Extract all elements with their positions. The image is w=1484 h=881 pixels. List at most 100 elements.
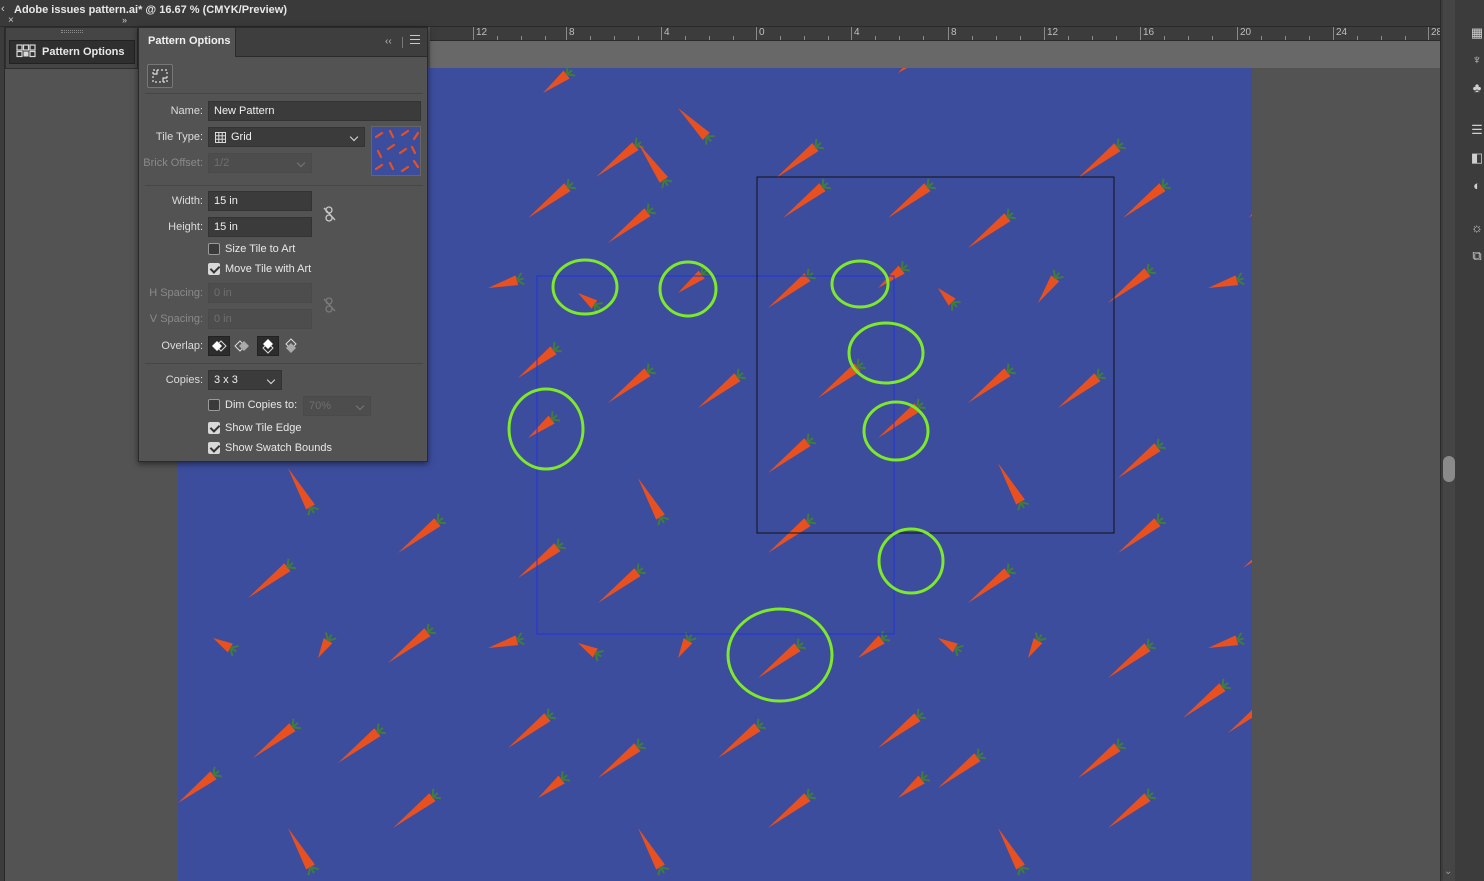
top-in-front-button[interactable]: [257, 336, 279, 356]
width-field[interactable]: 15 in: [208, 191, 312, 211]
carrot-motif: [858, 630, 891, 658]
show-swatch-bounds-checkbox[interactable]: Show Swatch Bounds: [208, 442, 332, 454]
bottom-in-front-button[interactable]: [280, 336, 302, 356]
carrot-body: [518, 543, 561, 578]
tile-type-dropdown[interactable]: Grid: [208, 127, 365, 147]
vertical-scrollbar[interactable]: [1443, 0, 1455, 881]
carrot-body: [578, 643, 598, 658]
carrot-motif: [1078, 738, 1126, 778]
show-tile-edge-checkbox[interactable]: Show Tile Edge: [208, 422, 301, 434]
carrot-motif: [878, 260, 911, 288]
ruler-label: 24: [1336, 27, 1348, 38]
carrot-motif: [968, 208, 1016, 248]
pattern-options-tab-label: Pattern Options: [42, 46, 125, 58]
carrot-motif: [898, 68, 925, 73]
carrot-body: [338, 728, 381, 763]
carrot-motif: [543, 68, 576, 93]
v-spacing-field[interactable]: 0 in: [208, 309, 312, 329]
carrot-motif: [1108, 638, 1156, 678]
carrot-motif: [1058, 368, 1106, 408]
carrot-motif: [213, 638, 239, 657]
height-field[interactable]: 15 in: [208, 217, 312, 237]
constrain-proportions-icon[interactable]: [323, 206, 337, 222]
move-tile-with-art-checkbox[interactable]: Move Tile with Art: [208, 263, 311, 275]
carrot-body: [718, 723, 761, 758]
h-spacing-field[interactable]: 0 in: [208, 283, 312, 303]
brush-icon[interactable]: ♆: [1469, 52, 1484, 68]
collapse-panel-icon[interactable]: ‹‹: [385, 36, 392, 47]
panel-grip[interactable]: [61, 30, 83, 33]
divider: [145, 185, 423, 186]
carrot-body: [528, 183, 571, 218]
name-field[interactable]: New Pattern: [208, 101, 421, 121]
ruler-label: 8: [569, 27, 575, 38]
carrot-body: [253, 723, 296, 758]
carrot-body: [758, 643, 801, 678]
carrot-motif: [678, 108, 715, 145]
appearance-icon[interactable]: ☼: [1469, 220, 1484, 236]
carrot-body: [1108, 793, 1151, 828]
scroll-down-icon[interactable]: ⌄: [1444, 866, 1452, 877]
gradient-icon[interactable]: ◧: [1469, 150, 1484, 166]
carrot-motif: [338, 723, 386, 763]
carrot-body: [1248, 183, 1252, 218]
document-title[interactable]: Adobe issues pattern.ai* @ 16.67 % (CMYK…: [14, 4, 287, 16]
panel-title-tab[interactable]: Pattern Options: [139, 28, 236, 57]
carrot-motif: [318, 632, 337, 658]
carrot-body: [1108, 268, 1151, 303]
carrot-body: [388, 628, 431, 663]
carrot-body: [288, 828, 315, 870]
panel-menu-icon[interactable]: [410, 35, 420, 45]
top-in-front-icon: [262, 339, 274, 354]
carrot-motif: [538, 770, 571, 798]
carrot-body: [178, 771, 217, 803]
dim-copies-checkbox[interactable]: Dim Copies to:: [208, 399, 297, 411]
checkbox-box: [208, 263, 220, 275]
collapse-panels-icon[interactable]: »: [122, 15, 127, 25]
carrot-motif: [1248, 183, 1252, 218]
spacing-link-icon[interactable]: [323, 297, 337, 313]
back-icon[interactable]: ‹: [1, 3, 5, 15]
left-in-front-button[interactable]: [208, 336, 230, 356]
libraries-icon[interactable]: ▦: [1469, 25, 1484, 41]
carrot-body: [1038, 275, 1060, 303]
align-icon[interactable]: ☰: [1469, 122, 1484, 138]
right-in-front-button[interactable]: [231, 336, 253, 356]
carrot-body: [1183, 683, 1226, 718]
carrot-body: [678, 108, 710, 140]
horizontal-ruler[interactable]: 12 8 4 0 4 8 12 16 20 24 28: [430, 27, 1440, 41]
carrot-body: [783, 183, 826, 218]
panel-header: Pattern Options ‹‹: [139, 28, 427, 57]
size-tile-to-art-checkbox[interactable]: Size Tile to Art: [208, 243, 295, 255]
tile-type-label: Tile Type:: [155, 131, 203, 143]
carrot-motif: [968, 563, 1016, 603]
carrot-motif: [1028, 632, 1047, 658]
carrot-body: [1108, 643, 1151, 678]
dim-copies-label: Dim Copies to:: [225, 399, 298, 411]
carrot-body: [938, 753, 981, 788]
pattern-options-panel-button[interactable]: Pattern Options: [9, 40, 135, 64]
dim-copies-dropdown[interactable]: 70%: [303, 396, 371, 416]
name-label: Name:: [170, 105, 203, 117]
pasteboard-strip: [430, 41, 1440, 68]
carrot-body: [248, 563, 291, 598]
carrot-motif: [638, 828, 669, 876]
transparency-icon[interactable]: ◐: [1469, 178, 1484, 194]
symbols-icon[interactable]: ♣: [1469, 80, 1484, 96]
artboards-icon[interactable]: ⧉: [1469, 248, 1484, 264]
carrot-body: [776, 143, 819, 178]
carrot-motif: [998, 463, 1029, 511]
ruler-label: 16: [1143, 27, 1155, 38]
illustrator-window: ‹ Adobe issues pattern.ai* @ 16.67 % (CM…: [0, 0, 1484, 881]
carrot-body: [678, 638, 693, 658]
scrollbar-thumb[interactable]: [1443, 456, 1455, 482]
carrot-motif: [878, 708, 926, 748]
close-icon[interactable]: ×: [8, 15, 14, 26]
carrot-body: [818, 363, 861, 398]
pattern-tile-tool-button[interactable]: [147, 64, 173, 88]
brick-offset-dropdown[interactable]: 1/2: [208, 153, 312, 173]
copies-dropdown[interactable]: 3 x 3: [208, 370, 282, 390]
carrot-motif: [776, 138, 824, 178]
carrot-body: [898, 68, 925, 73]
carrot-motif: [888, 178, 936, 218]
